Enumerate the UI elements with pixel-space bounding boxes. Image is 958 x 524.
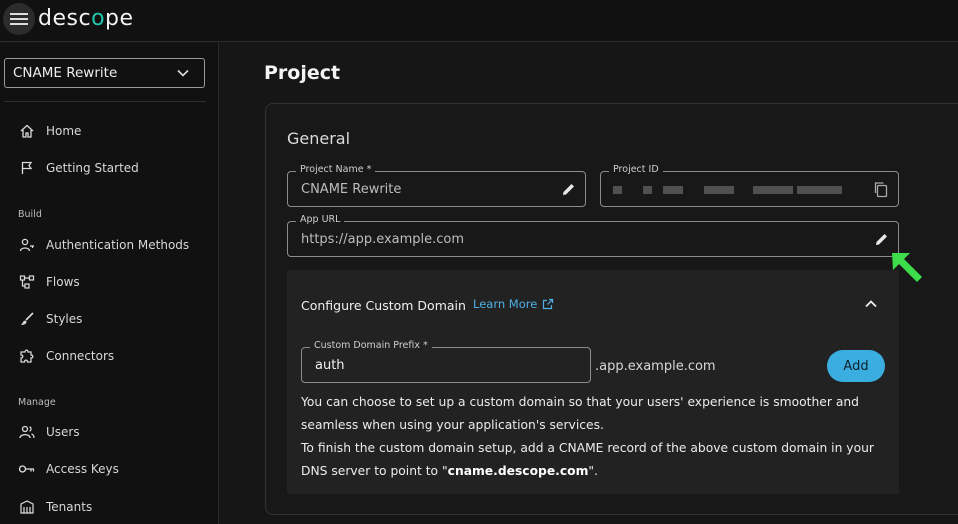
sidebar-item-access-keys[interactable]: Access Keys [18, 459, 119, 479]
domain-suffix: .app.example.com [595, 359, 716, 374]
logo-text-pre: desc [38, 6, 92, 31]
sidebar-item-label: Authentication Methods [46, 238, 190, 252]
sidebar-divider [4, 101, 206, 102]
key-icon [18, 460, 36, 478]
app-url-field[interactable]: App URL https://app.example.com [287, 214, 899, 257]
sidebar-item-label: Users [46, 425, 80, 439]
descope-logo[interactable]: descope [38, 6, 134, 31]
top-bar: descope [0, 0, 958, 42]
redacted-id [663, 186, 683, 194]
project-select[interactable]: CNAME Rewrite [4, 58, 205, 88]
custom-domain-prefix-label: Custom Domain Prefix * [310, 340, 432, 351]
project-name-field[interactable]: Project Name * CNAME Rewrite [287, 164, 586, 207]
description-text-end: ". [588, 464, 598, 478]
flag-icon [18, 159, 36, 177]
user-key-icon [18, 236, 36, 254]
building-icon [18, 498, 36, 516]
external-link-icon [543, 298, 554, 310]
brush-icon [18, 310, 36, 328]
sidebar-item-label: Access Keys [46, 462, 119, 476]
logo-text-o: o [91, 6, 106, 31]
description-paragraph-1: You can choose to set up a custom domain… [301, 395, 859, 432]
home-icon [18, 122, 36, 140]
custom-domain-title[interactable]: Configure Custom Domain [301, 298, 466, 313]
chevron-down-icon [177, 69, 189, 77]
general-card: General Project Name * CNAME Rewrite Pro… [265, 103, 958, 515]
section-label-build: Build [18, 209, 42, 220]
learn-more-label: Learn More [473, 297, 538, 311]
app-url-value: https://app.example.com [301, 232, 465, 247]
logo-text-post: pe [105, 6, 134, 31]
project-id-label: Project ID [609, 164, 663, 175]
sidebar-item-flows[interactable]: Flows [18, 272, 80, 292]
custom-domain-description: You can choose to set up a custom domain… [301, 391, 886, 483]
redacted-id [643, 186, 652, 194]
cname-target: cname.descope.com [447, 464, 589, 478]
flows-icon [18, 273, 36, 291]
edit-icon[interactable] [561, 182, 576, 197]
redacted-id [797, 186, 842, 194]
sidebar-item-label: Styles [46, 312, 83, 326]
sidebar-item-label: Home [46, 124, 82, 138]
project-id-field: Project ID [600, 164, 899, 207]
sidebar-item-connectors[interactable]: Connectors [18, 346, 114, 366]
sidebar-item-label: Flows [46, 275, 80, 289]
custom-domain-prefix-field[interactable]: Custom Domain Prefix * auth [301, 340, 591, 383]
pointer-arrow-icon [892, 253, 922, 282]
sidebar-item-getting-started[interactable]: Getting Started [18, 158, 139, 178]
section-label-manage: Manage [18, 397, 56, 408]
hamburger-icon [10, 13, 28, 25]
learn-more-link[interactable]: Learn More [473, 297, 554, 311]
project-name-value: CNAME Rewrite [301, 182, 402, 197]
redacted-id [613, 186, 622, 194]
sidebar: CNAME Rewrite Home Getting Started Build… [0, 43, 219, 524]
sidebar-item-label: Connectors [46, 349, 115, 363]
custom-domain-panel: Configure Custom Domain Learn More Custo… [287, 270, 899, 494]
users-icon [18, 423, 36, 441]
sidebar-item-authentication-methods[interactable]: Authentication Methods [18, 235, 189, 255]
sidebar-item-home[interactable]: Home [18, 121, 81, 141]
redacted-id [704, 186, 734, 194]
sidebar-item-styles[interactable]: Styles [18, 309, 82, 329]
redacted-id [753, 186, 793, 194]
copy-icon[interactable] [873, 181, 889, 198]
sidebar-item-users[interactable]: Users [18, 422, 80, 442]
sidebar-item-label: Getting Started [46, 161, 139, 175]
sidebar-item-label: Tenants [46, 500, 93, 514]
sidebar-item-tenants[interactable]: Tenants [18, 497, 92, 517]
chevron-up-icon[interactable] [864, 297, 878, 311]
app-url-label: App URL [296, 214, 345, 225]
main-content: Project General Project Name * CNAME Rew… [220, 43, 958, 524]
page-title: Project [264, 62, 341, 84]
project-name-label: Project Name * [296, 164, 376, 175]
menu-button[interactable] [3, 3, 35, 35]
general-title: General [287, 129, 351, 148]
project-select-value: CNAME Rewrite [13, 65, 118, 81]
puzzle-icon [18, 347, 36, 365]
edit-icon[interactable] [874, 232, 889, 247]
add-button[interactable]: Add [827, 350, 885, 382]
custom-domain-prefix-value: auth [315, 358, 345, 373]
description-paragraph-2: To finish the custom domain setup, add a… [301, 437, 886, 483]
